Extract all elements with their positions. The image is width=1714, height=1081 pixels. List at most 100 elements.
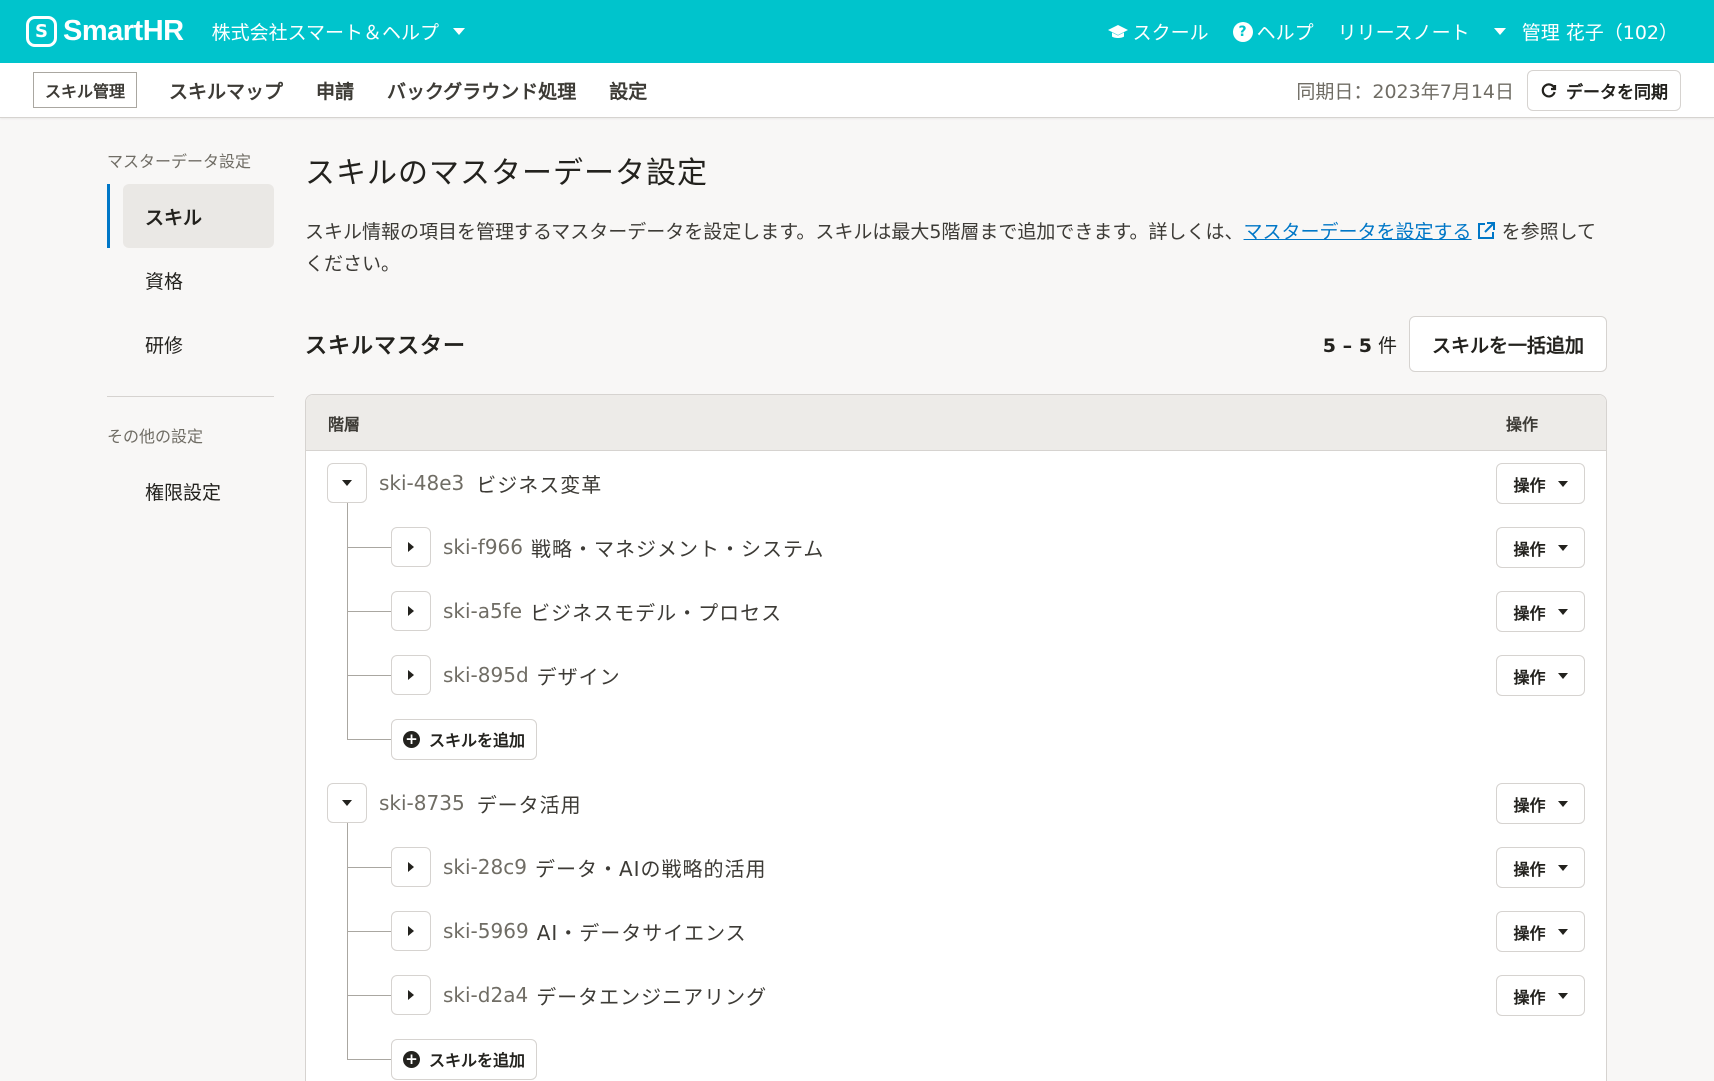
skill-name: ビジネス変革 [476, 472, 603, 497]
operations-label: 操作 [1513, 475, 1546, 495]
tree-connector [347, 823, 348, 1059]
tree-connector [347, 675, 391, 676]
page-title: スキルのマスターデータ設定 [305, 156, 708, 191]
caret-down-icon [1557, 608, 1568, 615]
add-skill-label: スキルを追加 [429, 1051, 526, 1070]
operations-dropdown[interactable]: 操作 [1496, 591, 1585, 632]
master-data-help-link[interactable]: マスターデータを設定する [1244, 221, 1496, 243]
chevron-down-icon [453, 28, 466, 35]
tab-background-jobs[interactable]: バックグラウンド処理 [387, 77, 576, 104]
tree-row: ski-48e3 ビジネス変革 操作 [306, 451, 1606, 515]
count-range: 5 – 5 [1322, 334, 1372, 357]
skill-name: AI・データサイエンス [536, 920, 747, 945]
operations-label: 操作 [1513, 539, 1546, 559]
add-skill-button[interactable]: + スキルを追加 [391, 718, 538, 760]
caret-down-icon [1557, 672, 1568, 679]
skill-name: データ・AIの戦略的活用 [534, 856, 767, 881]
sidebar-heading-other: その他の設定 [107, 427, 204, 446]
caret-right-icon [408, 926, 414, 936]
logo-mark-icon: S [26, 16, 57, 47]
caret-down-icon [1557, 992, 1568, 999]
sidebar-heading-master-data: マスターデータ設定 [107, 152, 252, 171]
tree-connector [347, 547, 391, 548]
expand-toggle[interactable] [391, 975, 431, 1015]
help-label: ヘルプ [1256, 22, 1314, 44]
skill-id: ski-8735 [379, 791, 465, 815]
release-notes-label: リリースノート [1337, 22, 1470, 44]
skill-tree: ski-48e3 ビジネス変革 操作 ski-f966 戦略・マネジメント・シス… [306, 451, 1606, 1081]
caret-down-icon [1557, 544, 1568, 551]
collapse-toggle[interactable] [327, 783, 367, 823]
plus-circle-icon: + [403, 1050, 420, 1068]
tree-connector [347, 503, 348, 739]
caret-right-icon [408, 990, 414, 1000]
page-description: スキル情報の項目を管理するマスターデータを設定します。スキルは最大5階層まで追加… [305, 216, 1607, 280]
skill-name: データエンジニアリング [536, 984, 768, 1009]
user-name: 管理 花子（102） [1521, 22, 1678, 44]
operations-dropdown[interactable]: 操作 [1496, 847, 1585, 888]
company-name: 株式会社スマート＆ヘルプ [211, 22, 440, 44]
operations-dropdown[interactable]: 操作 [1496, 655, 1585, 696]
skill-name: ビジネスモデル・プロセス [530, 600, 783, 625]
company-switcher[interactable]: 株式会社スマート＆ヘルプ [211, 18, 466, 45]
operations-label: 操作 [1513, 859, 1546, 879]
release-notes-link[interactable]: リリースノート [1338, 18, 1470, 45]
caret-down-icon [1557, 928, 1568, 935]
skill-id: ski-d2a4 [443, 983, 529, 1007]
add-skill-label: スキルを追加 [429, 731, 526, 750]
operations-dropdown[interactable]: 操作 [1496, 463, 1585, 504]
graduation-cap-icon [1107, 24, 1129, 40]
skill-name: デザイン [536, 664, 621, 689]
count-unit: 件 [1377, 334, 1397, 357]
smarthr-logo[interactable]: S SmartHR [26, 15, 184, 48]
logo-text: SmartHR [63, 15, 184, 47]
tree-row: ski-895d デザイン 操作 [306, 643, 1606, 707]
item-count: 5 – 5 件 [1323, 331, 1397, 358]
tree-row: ski-28c9 データ・AIの戦略的活用 操作 [306, 835, 1606, 899]
sidebar-item-qualification[interactable]: 資格 [107, 248, 274, 312]
external-link-icon [1477, 222, 1495, 239]
main-content: スキルのマスターデータ設定 スキル情報の項目を管理するマスターデータを設定します… [305, 148, 1607, 1081]
sidebar-item-permissions[interactable]: 権限設定 [107, 459, 274, 523]
collapse-toggle[interactable] [327, 463, 367, 503]
expand-toggle[interactable] [391, 655, 431, 695]
tree-connector [347, 931, 391, 932]
top-header: S SmartHR 株式会社スマート＆ヘルプ スクール ? ヘルプ リリースノー… [0, 0, 1714, 63]
operations-label: 操作 [1513, 923, 1546, 943]
add-skill-button[interactable]: + スキルを追加 [391, 1038, 538, 1080]
expand-toggle[interactable] [391, 527, 431, 567]
operations-dropdown[interactable]: 操作 [1496, 783, 1585, 824]
operations-dropdown[interactable]: 操作 [1496, 911, 1585, 952]
caret-right-icon [408, 606, 414, 616]
expand-toggle[interactable] [391, 847, 431, 887]
skill-master-header: スキルマスター 5 – 5 件 スキルを一括追加 [305, 316, 1607, 372]
tree-connector [347, 1059, 391, 1060]
product-name-badge: スキル管理 [33, 72, 138, 108]
user-menu[interactable]: 管理 花子（102） [1493, 18, 1678, 45]
help-link[interactable]: ? ヘルプ [1232, 18, 1314, 45]
skill-id: ski-f966 [443, 535, 523, 559]
operations-dropdown[interactable]: 操作 [1496, 975, 1585, 1016]
sidebar-item-training[interactable]: 研修 [107, 312, 274, 376]
operations-label: 操作 [1513, 795, 1546, 815]
tab-skill-map[interactable]: スキルマップ [169, 77, 283, 104]
operations-label: 操作 [1513, 603, 1546, 623]
column-header-operations: 操作 [1505, 414, 1538, 434]
skill-name: データ活用 [476, 792, 582, 817]
operations-dropdown[interactable]: 操作 [1496, 527, 1585, 568]
tab-settings[interactable]: 設定 [609, 77, 647, 104]
tree-row: ski-f966 戦略・マネジメント・システム 操作 [306, 515, 1606, 579]
sync-data-button[interactable]: データを同期 [1527, 69, 1681, 111]
skill-id: ski-a5fe [443, 599, 523, 623]
tab-applications[interactable]: 申請 [316, 77, 354, 104]
expand-toggle[interactable] [391, 911, 431, 951]
caret-right-icon [408, 542, 414, 552]
sidebar-item-skill[interactable]: スキル [107, 184, 274, 248]
expand-toggle[interactable] [391, 591, 431, 631]
school-link[interactable]: スクール [1107, 18, 1209, 45]
bulk-add-skills-button[interactable]: スキルを一括追加 [1408, 316, 1607, 372]
plus-circle-icon: + [403, 730, 420, 748]
caret-right-icon [408, 862, 414, 872]
table-header: 階層 操作 [306, 395, 1606, 451]
caret-down-icon [1557, 480, 1568, 487]
